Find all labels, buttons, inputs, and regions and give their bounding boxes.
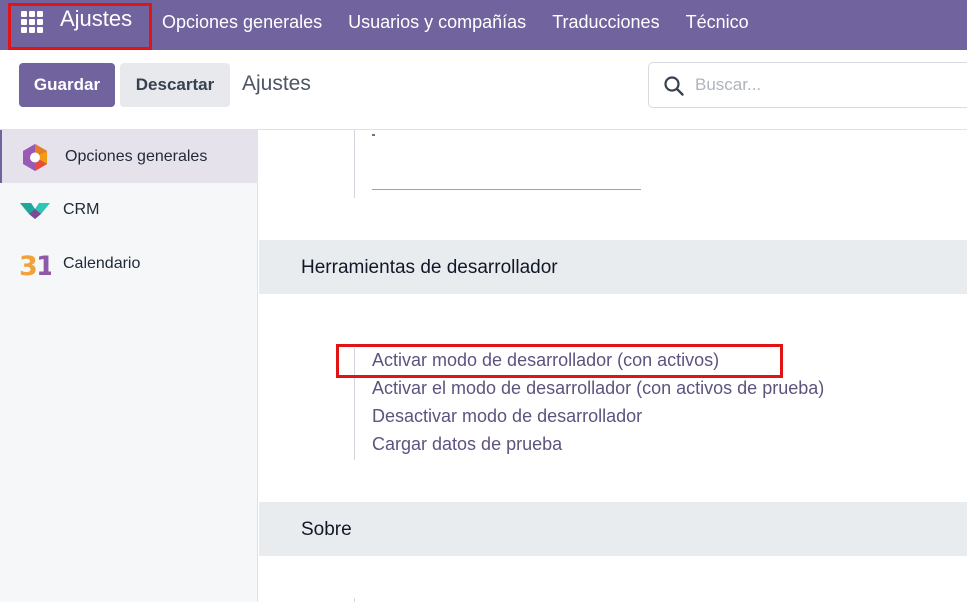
main-menu: Opciones generales Usuarios y compañías … xyxy=(162,0,775,44)
sidebar-item-label: Opciones generales xyxy=(65,147,208,165)
sidebar-item-crm[interactable]: CRM xyxy=(0,183,258,236)
section-header-developer-tools: Herramientas de desarrollador xyxy=(259,240,967,294)
activate-developer-mode-link[interactable]: Activar modo de desarrollador (con activ… xyxy=(372,350,719,371)
menu-item-opciones-generales[interactable]: Opciones generales xyxy=(162,12,322,33)
section-title: Sobre xyxy=(301,519,352,540)
menu-item-usuarios-companias[interactable]: Usuarios y compañías xyxy=(348,12,526,33)
deactivate-developer-mode-link[interactable]: Desactivar modo de desarrollador xyxy=(372,406,642,427)
top-navbar: Ajustes Opciones generales Usuarios y co… xyxy=(0,0,967,50)
setting-divider xyxy=(354,598,355,602)
calendar-icon: 3 1 xyxy=(19,251,51,279)
section-header-about: Sobre xyxy=(259,502,967,556)
control-panel: Guardar Descartar Ajustes xyxy=(0,50,967,130)
discard-button[interactable]: Descartar xyxy=(120,63,230,107)
sidebar-item-calendario[interactable]: 3 1 Calendario xyxy=(0,237,258,290)
settings-sidebar: Opciones generales CRM 3 1 Calendario xyxy=(0,130,258,602)
apps-menu-icon[interactable] xyxy=(19,9,45,35)
menu-item-traducciones[interactable]: Traducciones xyxy=(552,12,659,33)
svg-text:1: 1 xyxy=(36,251,51,279)
menu-item-tecnico[interactable]: Técnico xyxy=(686,12,749,33)
search-input[interactable] xyxy=(695,71,955,99)
load-demo-data-link[interactable]: Cargar datos de prueba xyxy=(372,434,562,455)
app-brand[interactable]: Ajustes xyxy=(60,6,132,32)
general-settings-icon xyxy=(23,143,47,171)
svg-text:3: 3 xyxy=(19,251,38,279)
field-text-fragment xyxy=(372,134,375,136)
search-box[interactable] xyxy=(648,62,967,108)
settings-content: Herramientas de desarrollador Activar mo… xyxy=(259,130,967,602)
sidebar-item-opciones-generales[interactable]: Opciones generales xyxy=(0,130,258,183)
search-icon[interactable] xyxy=(663,75,685,97)
sidebar-item-label: Calendario xyxy=(63,254,141,272)
save-button[interactable]: Guardar xyxy=(19,63,115,107)
activate-developer-mode-test-assets-link[interactable]: Activar el modo de desarrollador (con ac… xyxy=(372,378,824,399)
crm-icon xyxy=(20,202,50,219)
setting-divider xyxy=(354,130,355,198)
setting-divider xyxy=(354,348,355,460)
input-underline[interactable] xyxy=(372,189,641,190)
section-title: Herramientas de desarrollador xyxy=(301,257,558,278)
sidebar-item-label: CRM xyxy=(63,200,100,218)
page-title: Ajustes xyxy=(242,72,311,95)
